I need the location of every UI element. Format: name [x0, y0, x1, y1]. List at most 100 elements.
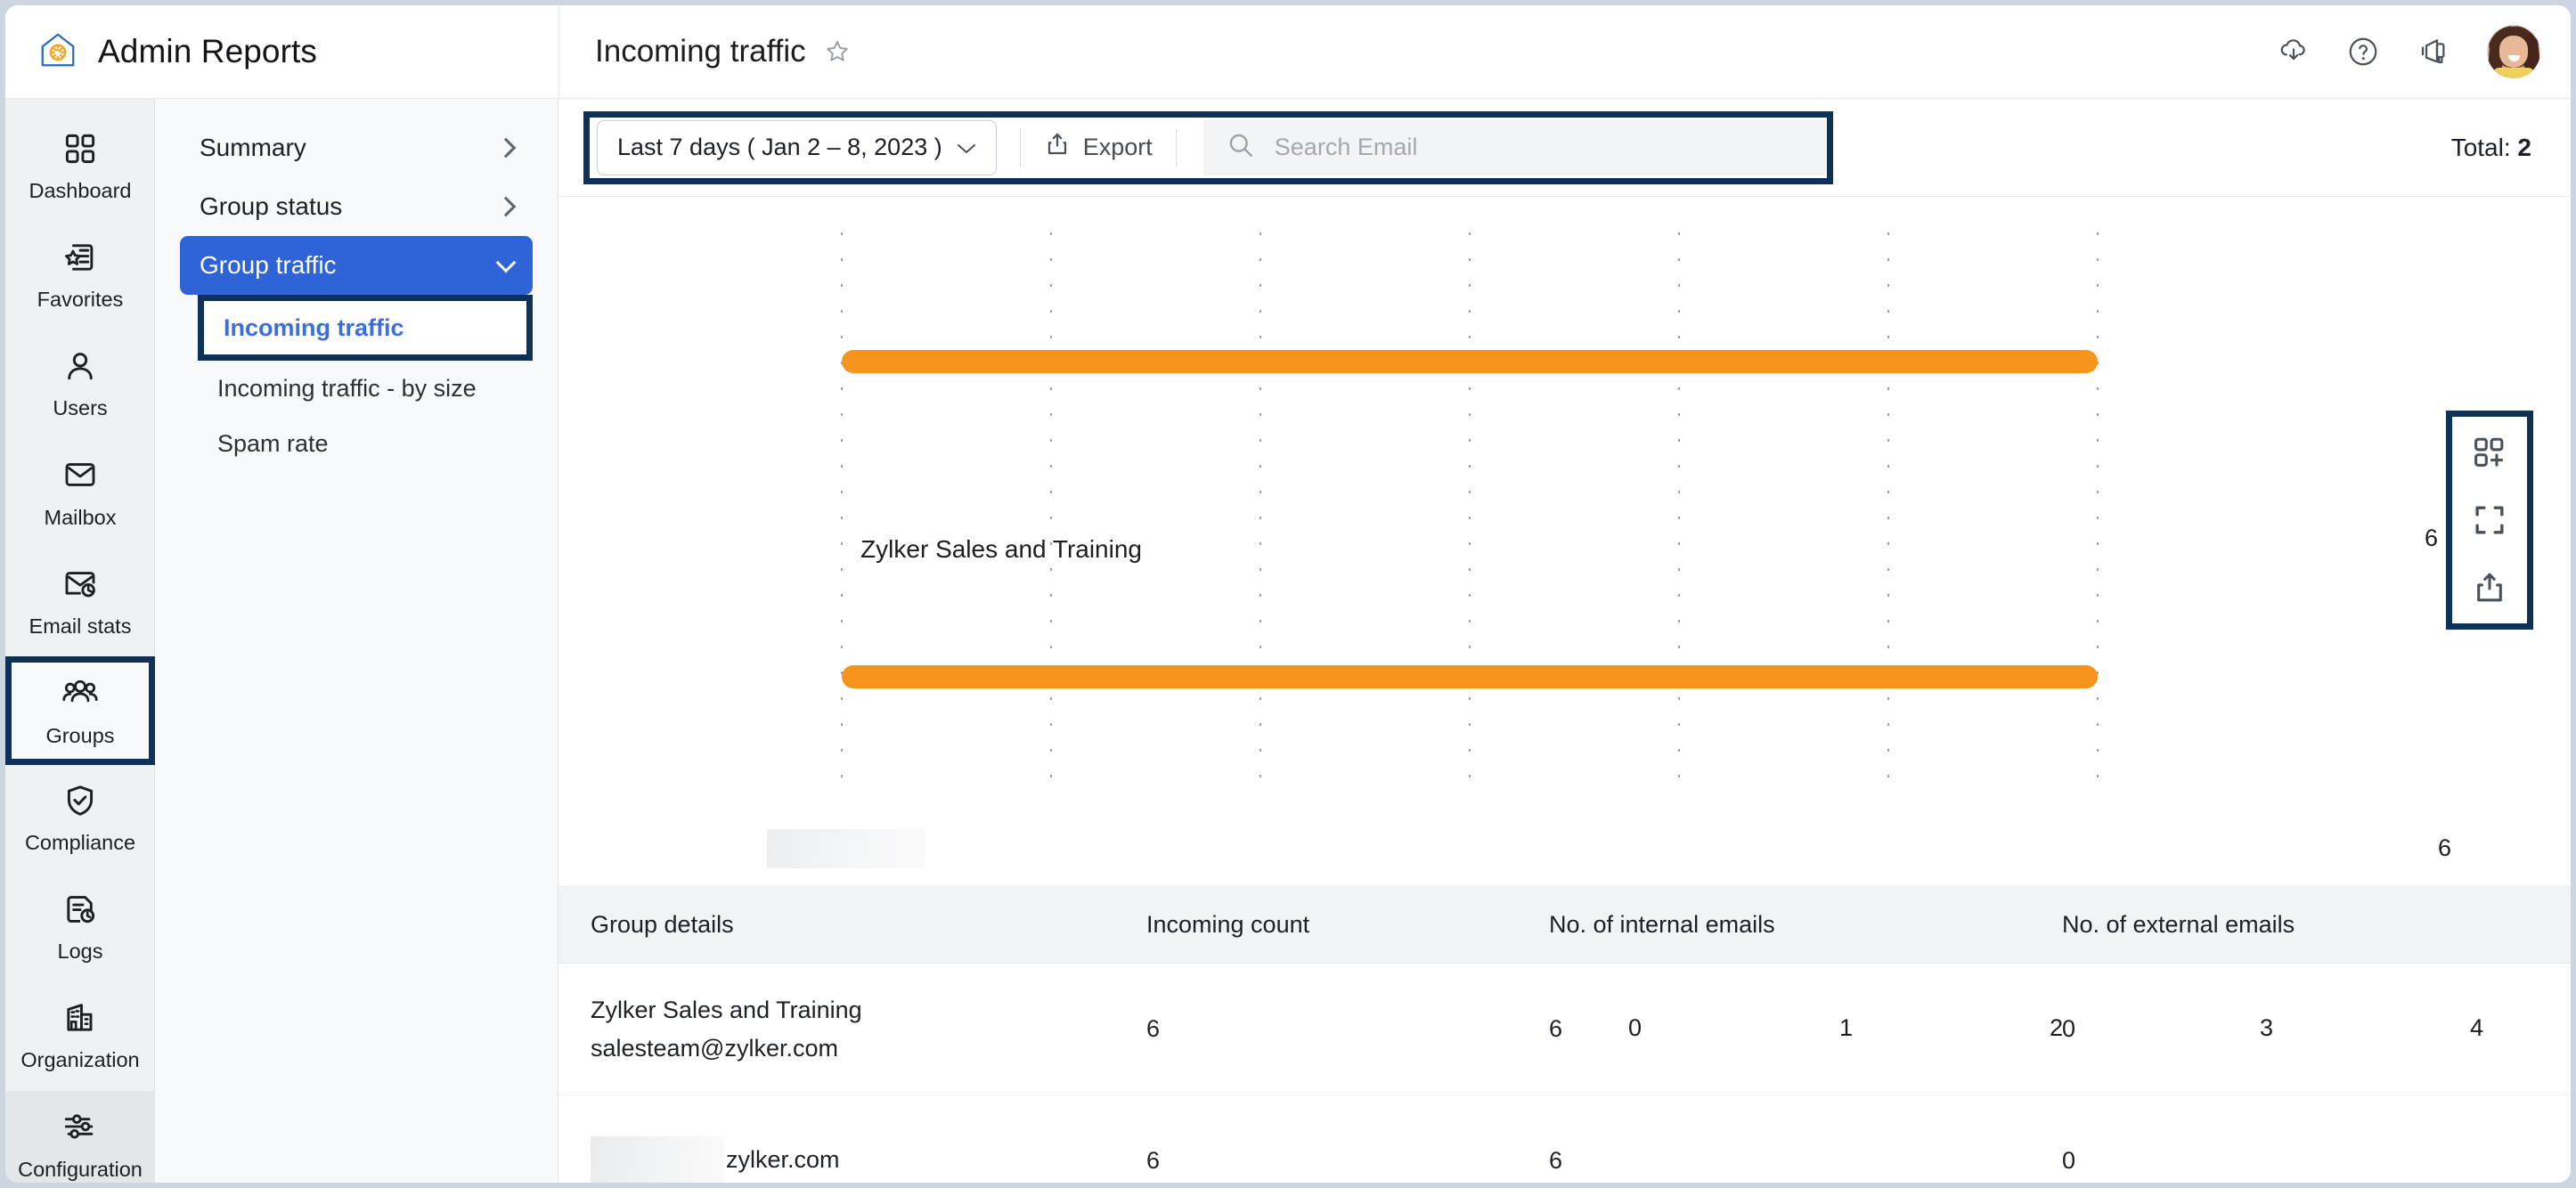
- x-tick-0: 0: [1628, 1014, 1643, 1041]
- header-actions: [2277, 25, 2540, 78]
- sidebar-item-label: Users: [53, 396, 108, 419]
- chart-data-label-0: 6: [2425, 525, 2439, 551]
- help-icon[interactable]: [2346, 35, 2380, 69]
- column-header-group-details: Group details: [591, 911, 734, 938]
- sliders-icon: [62, 1109, 98, 1149]
- divider: [1019, 128, 1021, 167]
- primary-nav-rail: Dashboard Favorites Users Mailbox Email …: [5, 99, 155, 1183]
- group-email: salesteam@zylker.com: [591, 1034, 838, 1062]
- group-name: Zylker Sales and Training: [591, 996, 862, 1023]
- building-icon: [63, 1001, 97, 1039]
- sidebar-item-label: Mailbox: [44, 506, 117, 529]
- cell-group-details: zylker.com: [558, 1135, 1146, 1183]
- chart-action-toolbar: [2446, 411, 2533, 630]
- subnav-item-group-status[interactable]: Group status: [180, 177, 533, 236]
- chart-category-label-1-redacted: [767, 829, 925, 868]
- groups-icon: [61, 673, 99, 715]
- search-icon: [1227, 131, 1255, 164]
- cell-internal-emails: 6: [1549, 1015, 1563, 1042]
- sidebar-item-dashboard[interactable]: Dashboard: [5, 113, 155, 222]
- group-email-domain: zylker.com: [726, 1145, 840, 1173]
- x-tick-1: 1: [1839, 1014, 1854, 1041]
- sidebar-item-email-stats[interactable]: Email stats: [5, 548, 155, 656]
- cell-external-emails: 0: [2062, 1147, 2076, 1174]
- subnav-child-label: Incoming traffic - by size: [217, 374, 477, 402]
- header-bar: Incoming traffic: [558, 5, 2571, 99]
- toolbar-highlight-group: Last 7 days ( Jan 2 – 8, 2023 ) Export S…: [583, 110, 1833, 184]
- upload-box-icon: [1044, 131, 1071, 164]
- report-toolbar: Last 7 days ( Jan 2 – 8, 2023 ) Export S…: [558, 99, 2571, 197]
- star-outline-icon[interactable]: [824, 38, 851, 65]
- subnav-item-group-traffic[interactable]: Group traffic: [180, 236, 533, 295]
- cloud-download-icon[interactable]: [2277, 35, 2311, 69]
- bar-series-1: [842, 665, 2098, 688]
- bar-series-0: [842, 350, 2098, 373]
- share-export-icon[interactable]: [2465, 566, 2515, 609]
- brand-area[interactable]: Admin Reports: [5, 5, 558, 99]
- sidebar-item-label: Email stats: [29, 614, 132, 638]
- chevron-down-icon: [495, 252, 517, 273]
- cell-external-emails: 0: [2062, 1015, 2076, 1042]
- envelope-chart-icon: [62, 566, 98, 606]
- subnav-item-label: Group status: [200, 192, 343, 220]
- sidebar-item-label: Logs: [57, 940, 103, 963]
- export-button[interactable]: Export: [1044, 131, 1153, 164]
- export-label: Export: [1082, 134, 1153, 160]
- subnav-child-label: Spam rate: [217, 429, 329, 457]
- sidebar-item-users[interactable]: Users: [5, 330, 155, 439]
- subnav-item-label: Group traffic: [200, 251, 337, 279]
- cell-group-details: Zylker Sales and Training salesteam@zylk…: [558, 997, 1146, 1062]
- x-tick-4: 4: [2470, 1014, 2484, 1041]
- subnav-child-spam-rate[interactable]: Spam rate: [198, 416, 533, 471]
- cell-incoming-count: 6: [1146, 1147, 1161, 1174]
- chevron-right-icon: [495, 137, 517, 159]
- announcement-icon[interactable]: [2416, 34, 2451, 69]
- total-count: Total: 2: [2451, 134, 2531, 162]
- group-email: zylker.com: [591, 1135, 1146, 1183]
- add-to-dashboard-icon[interactable]: [2465, 431, 2515, 474]
- subnav-child-incoming-traffic[interactable]: Incoming traffic: [198, 295, 533, 361]
- sidebar-item-groups[interactable]: Groups: [5, 656, 155, 765]
- star-doc-icon: [63, 240, 97, 279]
- divider: [1175, 128, 1177, 167]
- log-clock-icon: [63, 892, 97, 931]
- user-icon: [63, 349, 97, 387]
- sidebar-item-label: Compliance: [24, 831, 136, 854]
- sidebar-item-organization[interactable]: Organization: [5, 982, 155, 1091]
- body: Dashboard Favorites Users Mailbox Email …: [5, 99, 2571, 1183]
- sidebar-item-configuration[interactable]: Configuration: [5, 1091, 155, 1183]
- sidebar-item-label: Organization: [20, 1048, 140, 1071]
- date-range-selector[interactable]: Last 7 days ( Jan 2 – 8, 2023 ): [597, 119, 997, 175]
- fullscreen-icon[interactable]: [2465, 499, 2515, 541]
- sidebar-item-label: Configuration: [18, 1158, 143, 1181]
- cell-incoming-count: 6: [1146, 1015, 1161, 1042]
- sidebar-item-label: Dashboard: [29, 179, 132, 202]
- table-row[interactable]: zylker.com 6 6 0: [558, 1095, 2571, 1183]
- subnav-item-summary[interactable]: Summary: [180, 118, 533, 177]
- chart-data-label-1: 6: [2438, 834, 2452, 861]
- redacted-block: [591, 1135, 724, 1183]
- user-avatar[interactable]: [2487, 25, 2540, 78]
- shield-check-icon: [63, 784, 97, 822]
- search-input[interactable]: [1274, 134, 1804, 161]
- chevron-right-icon: [495, 196, 517, 217]
- table-header-row: Group details Incoming count No. of inte…: [558, 887, 2571, 964]
- search-field[interactable]: [1202, 119, 1827, 175]
- main-content: Last 7 days ( Jan 2 – 8, 2023 ) Export S…: [558, 99, 2571, 1183]
- x-tick-3: 3: [2260, 1014, 2274, 1041]
- sidebar-item-mailbox[interactable]: Mailbox: [5, 439, 155, 548]
- sidebar-item-logs[interactable]: Logs: [5, 874, 155, 982]
- sidebar-item-compliance[interactable]: Compliance: [5, 765, 155, 874]
- sidebar-item-label: Groups: [45, 724, 115, 747]
- subnav-child-incoming-traffic-by-size[interactable]: Incoming traffic - by size: [198, 361, 533, 416]
- brand-title: Admin Reports: [98, 33, 318, 69]
- subnav-item-label: Summary: [200, 134, 306, 161]
- application-window: Admin Reports Incoming traffic Dashboard…: [5, 5, 2571, 1183]
- cell-internal-emails: 6: [1549, 1147, 1563, 1174]
- subnav-child-label: Incoming traffic: [224, 313, 404, 341]
- column-header-incoming-count: Incoming count: [1146, 911, 1310, 938]
- column-header-external-emails: No. of external emails: [2062, 911, 2295, 938]
- sidebar-item-label: Favorites: [37, 288, 124, 311]
- sidebar-item-favorites[interactable]: Favorites: [5, 222, 155, 330]
- chart-gridlines: [841, 232, 2099, 785]
